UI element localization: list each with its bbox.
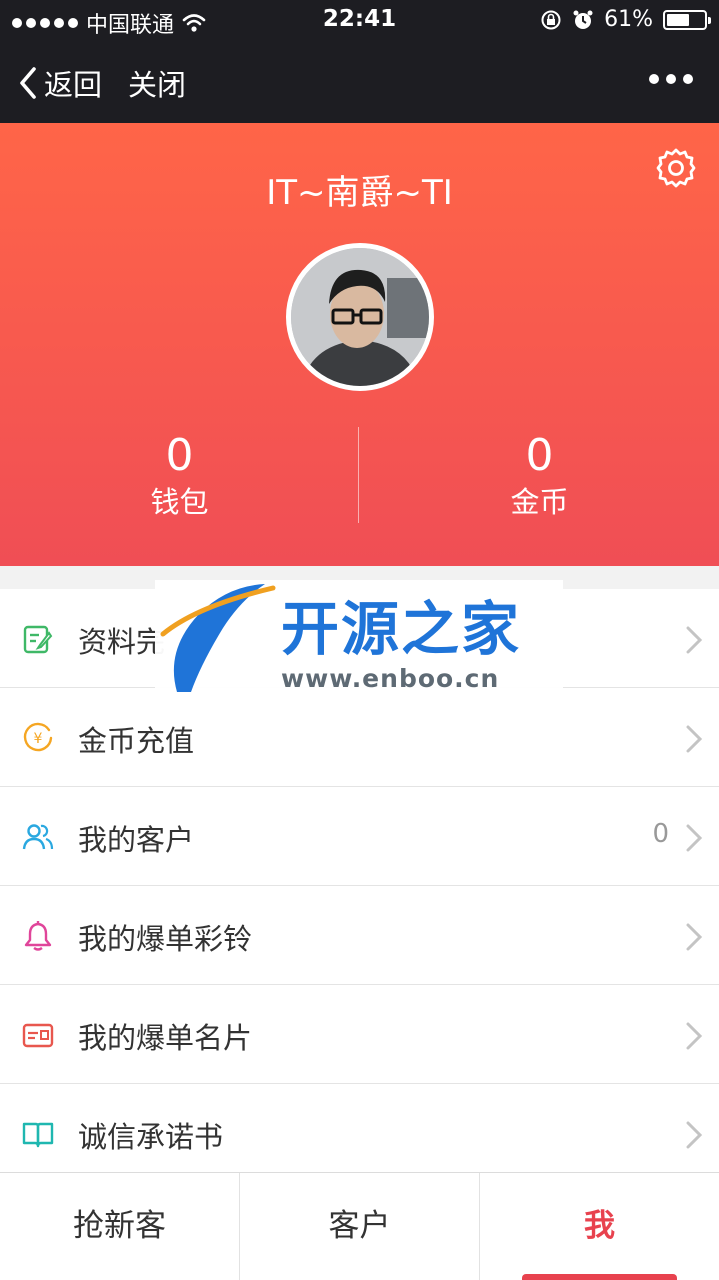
- chevron-right-icon: [686, 725, 703, 753]
- chevron-right-icon: [686, 626, 703, 654]
- menu-item-customers[interactable]: 我的客户 0: [0, 787, 719, 886]
- wallet-stat[interactable]: 0 钱包: [0, 429, 359, 521]
- watermark-logo: 开源之家 www.enboo.cn: [155, 580, 563, 698]
- alarm-icon: [573, 10, 593, 29]
- wallet-value: 0: [165, 430, 194, 481]
- chevron-right-icon: [686, 824, 703, 852]
- username: IT~南爵~TI: [266, 173, 453, 213]
- coins-stat[interactable]: 0 金币: [360, 429, 719, 521]
- bell-icon: [24, 921, 52, 951]
- edit-profile-icon: [23, 625, 53, 654]
- stats-row: 0 钱包 0 金币: [0, 423, 719, 523]
- chevron-right-icon: [686, 1121, 703, 1149]
- status-right: 61%: [540, 7, 711, 32]
- menu-item-label: 我的客户: [78, 823, 195, 857]
- watermark-url: www.enboo.cn: [281, 664, 500, 693]
- tab-new-customers[interactable]: 抢新客: [0, 1173, 240, 1280]
- menu-item-card[interactable]: 我的爆单名片: [0, 985, 719, 1084]
- tab-customers[interactable]: 客户: [240, 1173, 480, 1280]
- menu-item-label: 我的爆单名片: [78, 1021, 253, 1055]
- battery-icon: [663, 9, 711, 30]
- status-bar: 中国联通 22:41 61%: [0, 0, 719, 40]
- coin-icon: ¥: [23, 722, 53, 752]
- customers-icon: [22, 824, 54, 850]
- tab-label: 抢新客: [73, 1208, 166, 1244]
- book-icon: [22, 1122, 54, 1148]
- wallet-label: 钱包: [150, 485, 209, 519]
- tab-bar: 抢新客 客户 我: [0, 1172, 719, 1280]
- back-button[interactable]: 返回: [18, 62, 102, 104]
- chevron-right-icon: [686, 923, 703, 951]
- rotation-lock-icon: [541, 10, 561, 29]
- card-icon: [22, 1023, 54, 1048]
- tab-label: 我: [584, 1208, 615, 1244]
- chevron-right-icon: [686, 1022, 703, 1050]
- menu-item-label: 我的爆单彩铃: [78, 922, 253, 956]
- stats-divider: [358, 427, 359, 523]
- avatar-photo: [291, 248, 429, 386]
- menu-item-ringtone[interactable]: 我的爆单彩铃: [0, 886, 719, 985]
- profile-header: IT~南爵~TI 0 钱包 0 金币: [0, 123, 719, 566]
- nav-bar: 返回 关闭: [0, 40, 719, 123]
- more-icon[interactable]: [649, 74, 693, 84]
- battery-percent: 61%: [604, 7, 653, 32]
- active-tab-indicator: [522, 1274, 677, 1280]
- tab-label: 客户: [328, 1208, 391, 1244]
- avatar[interactable]: [286, 243, 434, 391]
- svg-text:¥: ¥: [34, 731, 43, 747]
- menu-item-label: 金币充值: [78, 724, 195, 758]
- back-label: 返回: [44, 68, 103, 102]
- chevron-left-icon: [20, 67, 36, 99]
- watermark-swoosh-icon: [160, 584, 276, 692]
- coins-label: 金币: [510, 485, 569, 519]
- close-button[interactable]: 关闭: [128, 62, 186, 104]
- menu-item-recharge[interactable]: ¥ 金币充值: [0, 688, 719, 787]
- watermark-title: 开源之家: [281, 595, 522, 663]
- tab-me[interactable]: 我: [480, 1173, 719, 1280]
- menu-item-label: 资料完: [78, 625, 166, 659]
- menu-item-count: 0: [652, 819, 669, 849]
- menu-item-pledge[interactable]: 诚信承诺书: [0, 1084, 719, 1183]
- coins-value: 0: [525, 430, 554, 481]
- menu-item-label: 诚信承诺书: [78, 1120, 224, 1154]
